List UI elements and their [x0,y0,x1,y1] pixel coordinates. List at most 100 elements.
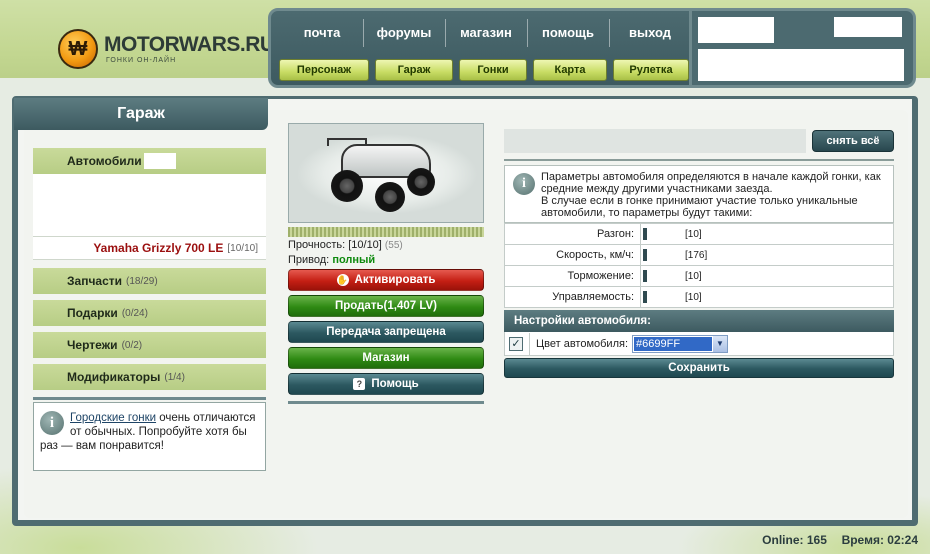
divider [504,159,894,161]
user-panel-field [834,17,902,37]
atv-wheel-shape [375,182,405,212]
car-panel: Прочность: [10/10] (55) Привод: полный ✋… [288,123,484,404]
params-table: Разгон: [10] Скорость, км/ч: [176] Тормо… [504,223,894,308]
category-cars[interactable]: Автомобили [33,148,266,174]
param-label: Управляемость: [504,286,641,308]
drive-label: Привод: [288,254,330,266]
user-panel-field [698,17,774,43]
param-value-cell: [10] [640,265,894,287]
durability-extra: (55) [384,240,403,251]
nav-button-character[interactable]: Персонаж [279,59,369,81]
list-item[interactable]: Yamaha Grizzly 700 LE [10/10] [33,236,266,260]
activate-button[interactable]: ✋ Активировать [288,269,484,291]
category-label: Подарки [67,306,118,320]
save-button[interactable]: Сохранить [504,358,894,378]
divider [288,401,484,404]
online-label: Online: [762,533,804,547]
settings-header: Настройки автомобиля: [504,310,894,332]
param-bar [643,249,647,262]
top-navigation: почта форумы магазин помощь выход Персон… [268,8,692,88]
nav-button-garage[interactable]: Гараж [375,59,453,81]
category-count: (1/4) [164,371,185,383]
param-bar [643,228,647,241]
params-info: i Параметры автомобиля определяются в на… [504,165,894,223]
logo-subtitle: ГОНКИ ОН-ЛАЙН [106,57,177,64]
cars-list-area [33,174,266,236]
car-image-strip [288,227,484,237]
param-bar [643,270,647,283]
nav-link-exit[interactable]: выход [609,19,691,51]
param-label: Скорость, км/ч: [504,244,641,266]
param-value: [10] [685,291,702,303]
color-setting-row: ✓ Цвет автомобиля: #6699FF ▼ [504,332,894,356]
unequip-all-button[interactable]: снять всё [812,130,894,152]
nav-link-shop[interactable]: магазин [445,19,527,51]
tip-box: i Городские гонки очень отличаются от об… [33,402,266,471]
category-label: Запчасти [67,274,123,288]
sell-label: Продать(1,407 LV) [334,300,438,312]
logo-coin-icon: ₩ [58,29,98,69]
site-logo[interactable]: ₩ MOTORWARS.RU ГОНКИ ОН-ЛАЙН [58,27,275,71]
shop-label: Магазин [362,352,410,364]
nav-link-forums[interactable]: форумы [363,19,445,51]
nav-button-races[interactable]: Гонки [459,59,527,81]
activate-label: Активировать [354,274,436,286]
param-value: [176] [685,249,708,261]
durability-stat: Прочность: [10/10] (55) [288,239,484,252]
car-durability: [10/10] [227,242,258,254]
server-time: 02:24 [887,533,918,547]
category-label: Чертежи [67,338,118,352]
atv-wheel-shape [331,170,363,202]
param-label: Разгон: [504,223,641,245]
car-image [288,123,484,223]
time-label: Время: [841,533,884,547]
transfer-label: Передача запрещена [326,326,446,338]
category-count: (0/2) [121,339,143,351]
city-races-link[interactable]: Городские гонки [70,412,156,424]
params-info-line1: Параметры автомобиля определяются в нача… [541,171,881,195]
category-count: (0/24) [121,307,148,319]
category-label: Автомобили [67,154,142,168]
category-count: (18/29) [126,275,158,287]
table-row: Разгон: [10] [504,223,894,245]
user-panel-field [698,49,904,81]
nav-link-help[interactable]: помощь [527,19,609,51]
page-title: Гараж [14,98,268,130]
category-blueprints[interactable]: Чертежи (0/2) [33,332,266,358]
category-hidden-count [143,153,176,169]
transfer-button[interactable]: Передача запрещена [288,321,484,343]
status-bar: Online: 165 Время: 02:24 [762,533,918,547]
divider [529,332,530,355]
nav-button-map[interactable]: Карта [533,59,607,81]
car-parameters-panel: снять всё i Параметры автомобиля определ… [504,128,894,378]
color-select-value: #6699FF [634,336,713,351]
hand-icon: ✋ [336,274,349,286]
category-label: Модификаторы [67,370,161,384]
drive-stat: Привод: полный [288,254,484,266]
color-select[interactable]: #6699FF ▼ [632,334,729,353]
category-gifts[interactable]: Подарки (0/24) [33,300,266,326]
param-label: Торможение: [504,265,641,287]
color-label: Цвет автомобиля: [536,337,629,350]
category-parts[interactable]: Запчасти (18/29) [33,268,266,294]
online-count: 165 [806,533,827,547]
chevron-down-icon[interactable]: ▼ [713,335,728,352]
nav-link-mail[interactable]: почта [281,25,363,51]
category-modifiers[interactable]: Модификаторы (1/4) [33,364,266,390]
car-name: Yamaha Grizzly 700 LE [93,241,224,255]
question-icon: ? [353,378,366,390]
param-value: [10] [685,270,702,282]
table-row: Скорость, км/ч: [176] [504,244,894,266]
help-label: Помощь [371,378,419,390]
table-row: Торможение: [10] [504,265,894,287]
durability-value: [10/10] [348,239,382,251]
help-button[interactable]: ? Помощь [288,373,484,395]
param-value-cell: [10] [640,286,894,308]
params-info-line2: В случае если в гонке принимают участие … [541,195,858,219]
nav-button-roulette[interactable]: Рулетка [613,59,689,81]
color-checkbox[interactable]: ✓ [509,336,523,351]
logo-text: MOTORWARS.RU [104,33,275,56]
info-icon: i [513,173,535,195]
shop-button[interactable]: Магазин [288,347,484,369]
sell-button[interactable]: Продать(1,407 LV) [288,295,484,317]
